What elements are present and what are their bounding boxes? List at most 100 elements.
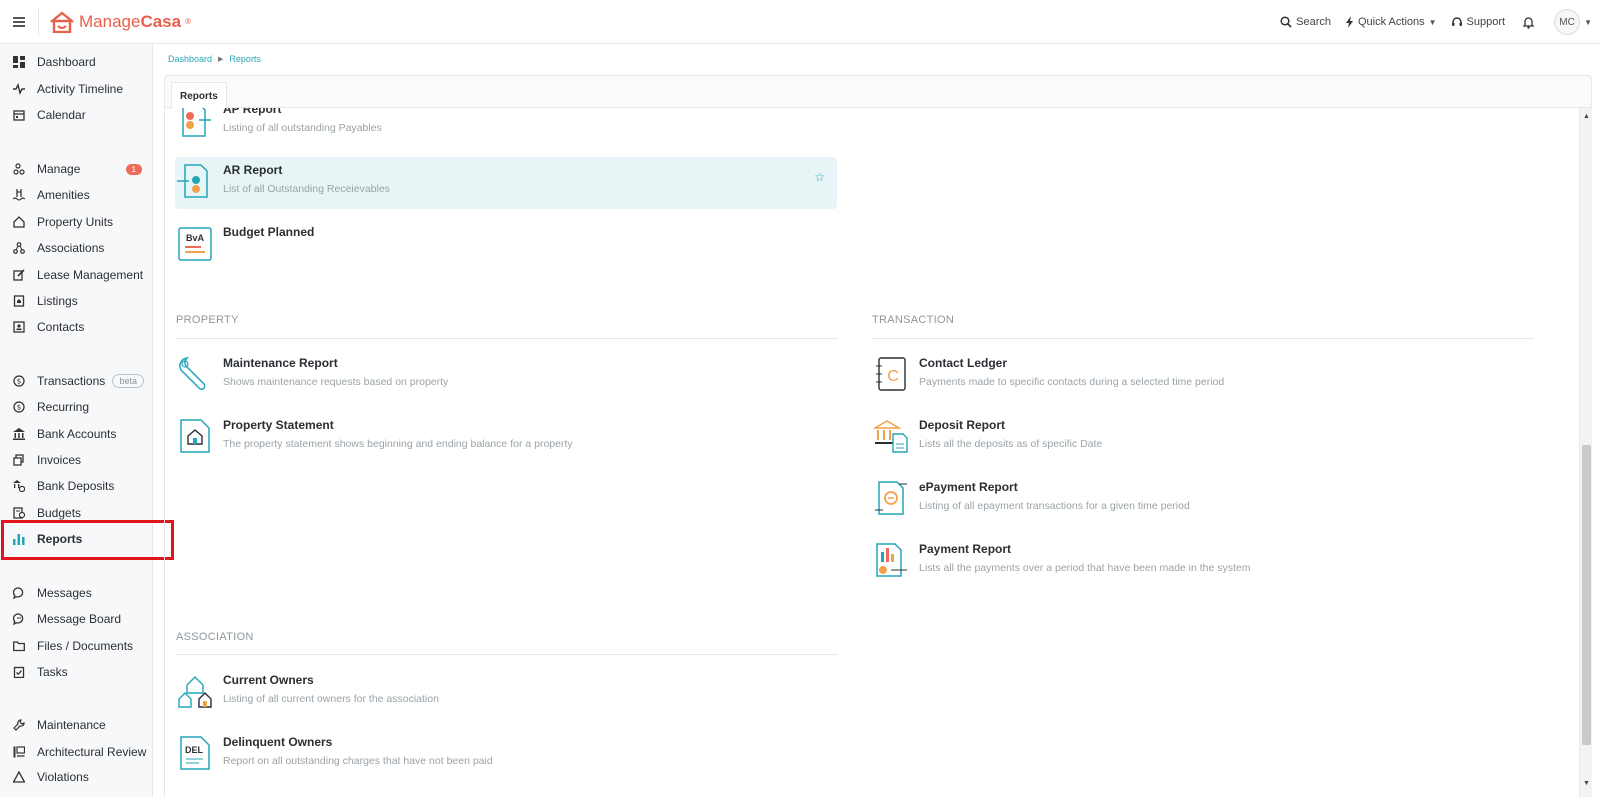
section-title-association: ASSOCIATION <box>176 631 254 643</box>
report-maintenance[interactable]: Maintenance Report Shows maintenance req… <box>175 350 837 402</box>
report-title: Contact Ledger <box>919 356 1008 370</box>
report-title: Maintenance Report <box>223 356 338 370</box>
sidebar-item-calendar[interactable]: Calendar <box>0 104 152 126</box>
notifications-button[interactable] <box>1523 16 1535 29</box>
report-ap[interactable]: AP Report Listing of all outstanding Pay… <box>175 108 837 148</box>
report-title: AP Report <box>223 108 282 116</box>
sidebar-item-tasks[interactable]: Tasks <box>0 661 152 683</box>
current-owners-icon <box>177 673 213 709</box>
search-button[interactable]: Search <box>1280 16 1331 28</box>
sidebar-item-label: Contacts <box>37 320 85 334</box>
sidebar-item-associations[interactable]: Associations <box>0 237 152 259</box>
breadcrumb-dashboard[interactable]: Dashboard <box>168 54 212 64</box>
breadcrumb: Dashboard ▶ Reports <box>168 54 261 64</box>
sidebar-item-contacts[interactable]: Contacts <box>0 316 152 338</box>
sidebar-item-property-units[interactable]: Property Units <box>0 211 152 233</box>
report-delinquent-owners[interactable]: DEL Delinquent Owners Report on all outs… <box>175 729 837 781</box>
report-desc: Report on all outstanding charges that h… <box>223 755 493 767</box>
report-title: Budget Planned <box>223 225 315 239</box>
sidebar-item-label: Invoices <box>37 453 82 467</box>
user-menu[interactable]: MC ▼ <box>1554 9 1592 35</box>
quick-actions-label: Quick Actions <box>1357 16 1425 28</box>
network-icon <box>13 242 25 254</box>
pulse-icon <box>13 83 25 95</box>
report-contact-ledger[interactable]: C Contact Ledger Payments made to specif… <box>871 350 1533 402</box>
sidebar-item-files-documents[interactable]: Files / Documents <box>0 635 152 657</box>
sidebar-item-label: Violations <box>37 770 89 784</box>
support-button[interactable]: Support <box>1451 16 1505 28</box>
report-title: Delinquent Owners <box>223 735 333 749</box>
maintenance-wrench-icon <box>177 356 213 392</box>
report-ar[interactable]: AR Report List of all Outstanding Receie… <box>175 157 837 209</box>
delinquent-owners-icon: DEL <box>177 735 213 771</box>
sidebar-item-listings[interactable]: Listings <box>0 290 152 312</box>
payment-report-icon <box>873 542 909 578</box>
divider <box>38 7 39 36</box>
property-statement-icon <box>177 418 213 454</box>
sidebar-item-activity-timeline[interactable]: Activity Timeline <box>0 78 152 100</box>
report-property-statement[interactable]: Property Statement The property statemen… <box>175 412 837 464</box>
report-title: Payment Report <box>919 542 1012 556</box>
ledger-letter: C <box>887 368 899 385</box>
favorite-star-icon[interactable]: ☆ <box>814 170 825 184</box>
tab-bar: Reports <box>164 75 1592 109</box>
sidebar-item-label: Manage <box>37 162 81 176</box>
quick-actions-button[interactable]: Quick Actions ▼ <box>1345 16 1437 28</box>
sidebar-item-label: Transactions <box>37 374 106 388</box>
sidebar-item-amenities[interactable]: Amenities <box>0 184 152 206</box>
logo[interactable]: Manage Casa ® <box>49 10 191 33</box>
vertical-scrollbar[interactable]: ▲ ▼ <box>1579 108 1592 797</box>
brand-prefix: Manage <box>79 11 141 31</box>
scroll-down-icon[interactable]: ▼ <box>1583 780 1590 787</box>
home-icon <box>13 216 25 228</box>
sidebar-item-bank-deposits[interactable]: Bank Deposits <box>0 475 152 497</box>
count-badge: 1 <box>125 163 142 175</box>
sidebar-item-transactions[interactable]: $ Transactions beta <box>0 370 152 392</box>
svg-text:$: $ <box>17 378 21 386</box>
report-deposit[interactable]: Deposit Report Lists all the deposits as… <box>871 412 1533 464</box>
sidebar-item-message-board[interactable]: Message Board <box>0 608 152 630</box>
sidebar-item-label: Dashboard <box>37 55 96 69</box>
section-title-property: PROPERTY <box>176 314 239 326</box>
caret-down-icon: ▼ <box>1428 17 1437 27</box>
sidebar-item-architectural-review[interactable]: Architectural Review <box>0 741 152 763</box>
breadcrumb-reports[interactable]: Reports <box>229 54 261 64</box>
menu-icon[interactable] <box>0 0 38 44</box>
sidebar-item-violations[interactable]: Violations <box>0 766 152 788</box>
sidebar-item-maintenance[interactable]: Maintenance <box>0 714 152 736</box>
search-label: Search <box>1296 16 1331 28</box>
message-board-icon <box>13 613 25 625</box>
folder-icon <box>13 640 25 652</box>
brand-suffix: Casa <box>140 11 182 31</box>
lightning-icon <box>1345 16 1353 28</box>
dashboard-icon <box>13 56 25 68</box>
review-icon <box>13 746 25 758</box>
avatar: MC <box>1554 9 1581 35</box>
sidebar-item-label: Message Board <box>37 612 122 626</box>
report-title: Property Statement <box>223 418 334 432</box>
sidebar-item-dashboard[interactable]: Dashboard <box>0 51 152 73</box>
sidebar-item-bank-accounts[interactable]: Bank Accounts <box>0 423 152 445</box>
caret-down-icon: ▼ <box>1584 17 1592 27</box>
sidebar-item-messages[interactable]: Messages <box>0 582 152 604</box>
report-current-owners[interactable]: Current Owners Listing of all current ow… <box>175 667 837 719</box>
sidebar-item-manage[interactable]: Manage 1 <box>0 158 152 180</box>
report-budget-planned[interactable]: BvA Budget Planned <box>175 219 837 271</box>
tab-reports[interactable]: Reports <box>171 82 227 109</box>
scroll-up-icon[interactable]: ▲ <box>1583 113 1590 120</box>
epayment-icon <box>873 480 909 516</box>
highlight-annotation <box>1 520 174 560</box>
sidebar-item-label: Recurring <box>37 400 90 414</box>
report-epayment[interactable]: ePayment Report Listing of all epayment … <box>871 474 1533 526</box>
sidebar-item-lease-management[interactable]: Lease Management <box>0 264 152 286</box>
sidebar-item-label: Calendar <box>37 108 86 122</box>
chevron-right-icon: ▶ <box>218 56 224 63</box>
sidebar-item-recurring[interactable]: $ Recurring <box>0 396 152 418</box>
edit-icon <box>13 269 25 281</box>
ar-report-icon <box>177 163 213 199</box>
sidebar-item-invoices[interactable]: Invoices <box>0 449 152 471</box>
deposit-icon <box>13 480 25 492</box>
scrollbar-thumb[interactable] <box>1582 445 1591 745</box>
report-payment[interactable]: Payment Report Lists all the payments ov… <box>871 536 1533 588</box>
del-label: DEL <box>185 745 204 755</box>
